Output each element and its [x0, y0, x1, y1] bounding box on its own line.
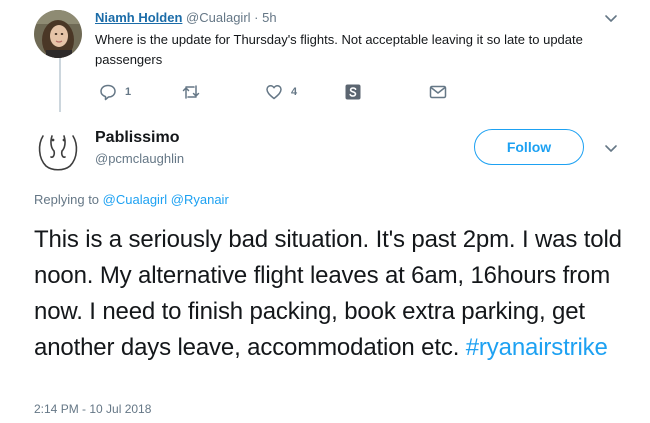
chevron-down-icon[interactable] [603, 140, 619, 156]
mention-link-cualagirl[interactable]: @Cualagirl [103, 192, 168, 207]
parent-tweet-text: Where is the update for Thursday's fligh… [95, 32, 583, 67]
reply-icon [99, 83, 117, 101]
tweet-timestamp[interactable]: 2:14 PM - 10 Jul 2018 [34, 402, 151, 417]
replying-to-label: Replying to [34, 192, 103, 207]
envelope-icon [429, 84, 447, 100]
follow-button[interactable]: Follow [474, 129, 584, 165]
like-count: 4 [291, 86, 298, 98]
parent-tweet-time[interactable]: 5h [262, 10, 276, 25]
mention-link-ryanair[interactable]: @Ryanair [171, 192, 229, 207]
chevron-down-icon[interactable] [603, 10, 619, 26]
replying-to: Replying to @Cualagirl @Ryanair [34, 192, 229, 208]
reply-button[interactable]: 1 [99, 82, 131, 102]
like-button[interactable]: 4 [265, 82, 297, 102]
parent-tweet[interactable]: Niamh Holden @Cualagirl · 5h Where is th… [0, 0, 650, 112]
author-handle[interactable]: @pcmclaughlin [95, 151, 184, 167]
extension-button[interactable] [345, 82, 361, 102]
parent-tweet-actions: 1 4 [95, 82, 455, 102]
avatar[interactable] [34, 10, 82, 58]
hashtag-link[interactable]: #ryanairstrike [466, 334, 608, 361]
direct-message-button[interactable] [429, 82, 447, 102]
parent-author-row: Niamh Holden @Cualagirl · 5h [95, 10, 277, 26]
author-name[interactable]: Pablissimo [95, 128, 179, 148]
parent-author-name[interactable]: Niamh Holden [95, 10, 182, 25]
parent-author-handle[interactable]: @Cualagirl [186, 10, 251, 25]
separator-dot: · [254, 10, 259, 25]
s-badge-icon [345, 84, 361, 100]
reply-count: 1 [125, 86, 132, 98]
retweet-button[interactable] [181, 82, 209, 102]
tweet-text: This is a seriously bad situation. It's … [34, 222, 634, 366]
thread-connector-line [59, 58, 61, 112]
heart-icon [265, 83, 283, 101]
retweet-icon [181, 83, 201, 101]
avatar[interactable] [34, 124, 82, 172]
